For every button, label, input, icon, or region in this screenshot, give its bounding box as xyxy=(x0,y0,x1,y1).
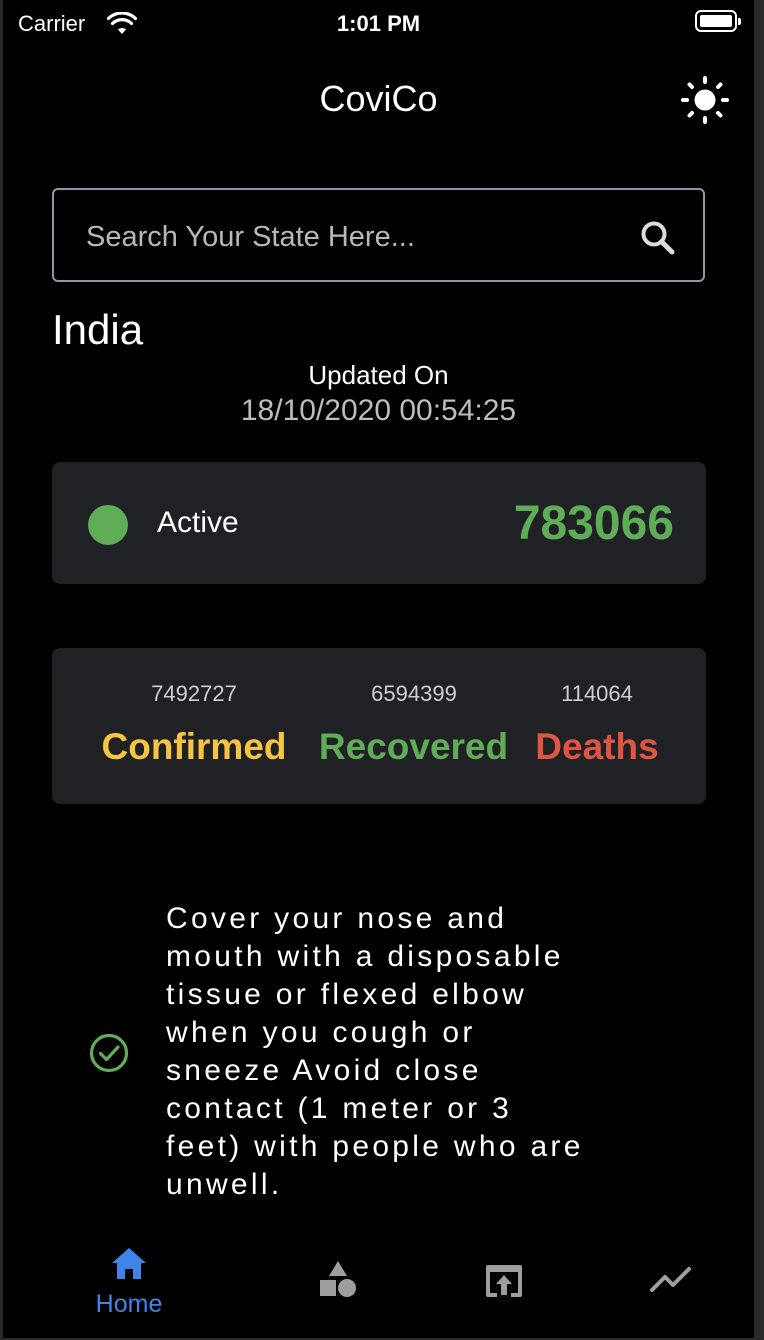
active-label: Active xyxy=(157,506,239,539)
app-title: CoviCo xyxy=(319,78,438,119)
home-icon xyxy=(112,1248,146,1279)
confirmed-label: Confirmed xyxy=(101,726,287,767)
nav-item-trends[interactable] xyxy=(610,1236,730,1336)
theme-toggle-button[interactable] xyxy=(679,74,731,126)
deaths-label: Deaths xyxy=(535,726,659,767)
recovered-count: 6594399 xyxy=(371,681,457,706)
recovered-label: Recovered xyxy=(318,726,509,767)
status-dot-icon xyxy=(88,505,128,545)
nav-item-home[interactable]: Home xyxy=(69,1236,189,1336)
sun-icon xyxy=(681,76,729,124)
clock: 1:01 PM xyxy=(336,11,421,36)
battery-icon xyxy=(695,10,741,32)
updated-datetime: 18/10/2020 00:54:25 xyxy=(240,394,517,427)
region-name: India xyxy=(52,306,144,353)
check-circle-icon xyxy=(88,1032,130,1079)
search-box xyxy=(52,188,705,282)
updated-label: Updated On xyxy=(308,360,449,390)
bottom-nav: Home xyxy=(3,1236,754,1336)
confirmed-count: 7492727 xyxy=(151,681,237,706)
status-bar: Carrier 1:01 PM xyxy=(3,0,754,48)
nav-label-home: Home xyxy=(95,1290,163,1318)
open-in-browser-icon xyxy=(486,1265,522,1297)
deaths-count: 114064 xyxy=(561,681,633,706)
search-input[interactable] xyxy=(84,214,628,260)
search-icon[interactable] xyxy=(638,218,678,263)
safety-tip-text: Cover your nose and mouth with a disposa… xyxy=(166,902,584,1201)
active-cases-card: Active 783066 xyxy=(52,462,706,584)
stats-card: 7492727 6594399 114064 Confirmed Recover… xyxy=(52,648,706,804)
shapes-icon xyxy=(320,1261,356,1297)
active-count: 783066 xyxy=(513,497,674,550)
app-screen: Carrier 1:01 PM CoviCo Search Your State… xyxy=(3,0,754,1338)
trending-icon xyxy=(650,1267,691,1292)
nav-item-categories[interactable] xyxy=(278,1236,398,1336)
nav-item-open[interactable] xyxy=(444,1236,564,1336)
